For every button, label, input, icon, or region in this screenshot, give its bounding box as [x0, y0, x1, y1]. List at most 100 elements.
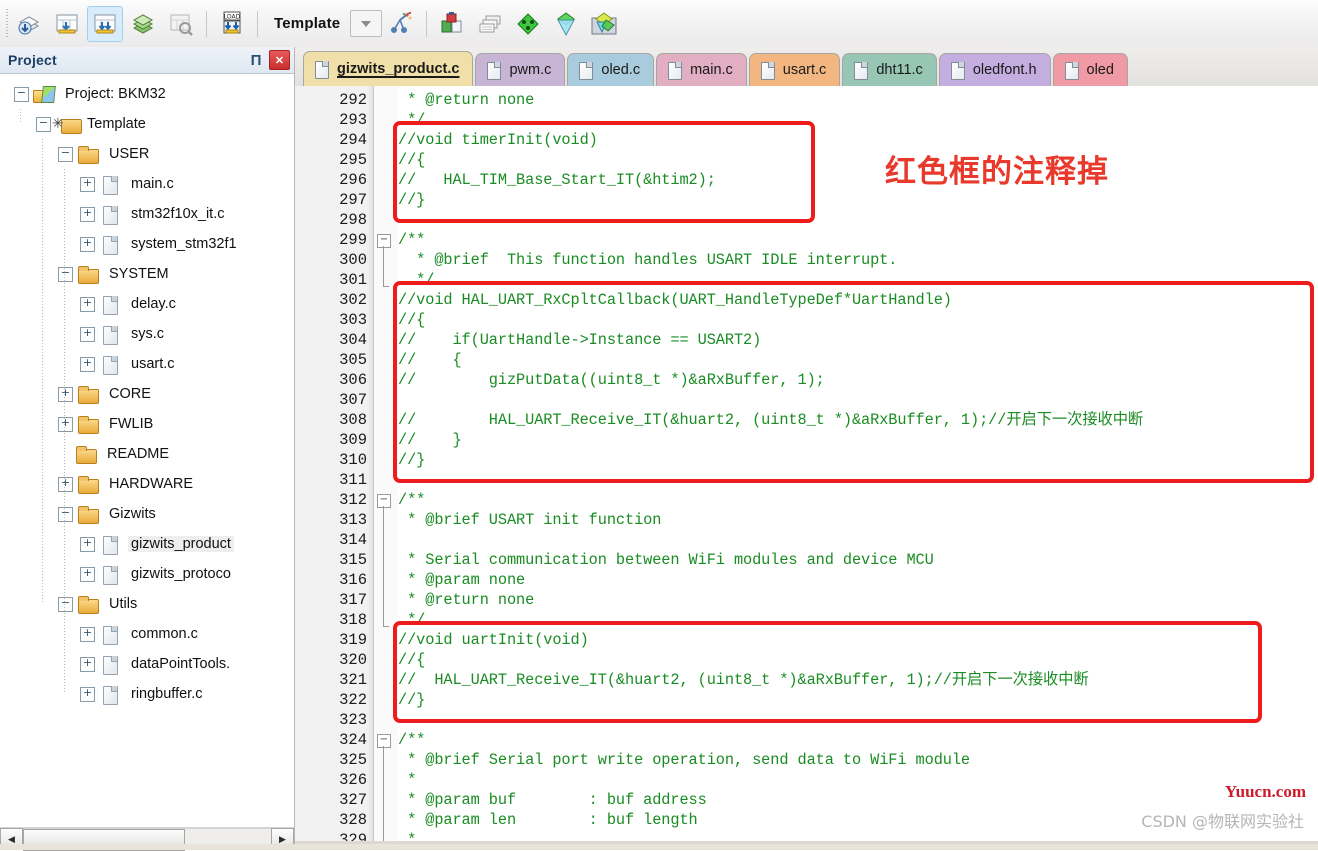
build-icon[interactable] — [49, 6, 85, 42]
code-line[interactable] — [398, 470, 1318, 490]
editor-tab-usart-c[interactable]: usart.c — [748, 53, 841, 86]
editor-tab-main-c[interactable]: main.c — [656, 53, 747, 86]
tree-node-core[interactable]: + CORE — [0, 379, 294, 409]
expand-toggle-icon[interactable]: + — [80, 176, 95, 192]
code-line[interactable]: //{ — [398, 310, 1318, 330]
manage-run-env-icon[interactable] — [383, 6, 419, 42]
tree-node-system[interactable]: − SYSTEM — [0, 259, 294, 289]
fold-collapse-icon[interactable]: − — [377, 494, 391, 508]
load-icon[interactable]: LOAD — [214, 6, 250, 42]
pin-icon[interactable]: Π — [247, 53, 265, 68]
toolbar-grip[interactable] — [3, 8, 10, 39]
code-line[interactable]: /** — [398, 730, 1318, 750]
code-line[interactable]: * @brief Serial port write operation, se… — [398, 750, 1318, 770]
code-line[interactable]: */ — [398, 270, 1318, 290]
expand-toggle-icon[interactable]: + — [80, 296, 95, 312]
expand-toggle-icon[interactable]: + — [80, 626, 95, 642]
expand-toggle-icon[interactable]: + — [58, 386, 73, 402]
target-selector-label[interactable]: Template — [274, 15, 340, 32]
collapse-toggle-icon[interactable]: − — [58, 596, 73, 612]
code-line[interactable]: // HAL_UART_Receive_IT(&huart2, (uint8_t… — [398, 670, 1318, 690]
code-line[interactable]: * @param buf : buf address — [398, 790, 1318, 810]
tree-node-gizwits-protoco[interactable]: + gizwits_protoco — [0, 559, 294, 589]
functions-window-icon[interactable] — [510, 6, 546, 42]
fold-collapse-icon[interactable]: − — [377, 734, 391, 748]
expand-toggle-icon[interactable]: + — [58, 476, 73, 492]
code-line[interactable]: * @return none — [398, 90, 1318, 110]
code-line[interactable]: // HAL_TIM_Base_Start_IT(&htim2); — [398, 170, 1318, 190]
tree-node-sys-c[interactable]: + sys.c — [0, 319, 294, 349]
code-line[interactable]: //} — [398, 190, 1318, 210]
collapse-toggle-icon[interactable]: − — [58, 146, 73, 162]
code-line[interactable] — [398, 390, 1318, 410]
fold-collapse-icon[interactable]: − — [377, 234, 391, 248]
expand-toggle-icon[interactable]: + — [58, 416, 73, 432]
expand-toggle-icon[interactable]: + — [80, 236, 95, 252]
code-text[interactable]: * @return none *///void timerInit(void) /… — [398, 90, 1318, 850]
tree-node-stm32f10x-it-c[interactable]: + stm32f10x_it.c — [0, 199, 294, 229]
code-line[interactable] — [398, 210, 1318, 230]
tree-node-system-stm32f1[interactable]: + system_stm32f1 — [0, 229, 294, 259]
target-dropdown[interactable] — [350, 10, 383, 37]
collapse-toggle-icon[interactable]: − — [14, 86, 29, 102]
close-icon[interactable]: ✕ — [269, 50, 290, 70]
code-line[interactable]: /** — [398, 230, 1318, 250]
tree-node-readme[interactable]: README — [0, 439, 294, 469]
tree-node-ringbuffer-c[interactable]: + ringbuffer.c — [0, 679, 294, 709]
collapse-toggle-icon[interactable]: − — [58, 506, 73, 522]
tree-node-main-c[interactable]: + main.c — [0, 169, 294, 199]
manage-project-icon[interactable] — [586, 6, 622, 42]
editor-tab-gizwits-product-c[interactable]: gizwits_product.c — [303, 51, 474, 86]
collapse-toggle-icon[interactable]: − — [58, 266, 73, 282]
code-line[interactable]: */ — [398, 610, 1318, 630]
code-line[interactable]: /** — [398, 490, 1318, 510]
expand-toggle-icon[interactable]: + — [80, 326, 95, 342]
editor-tab-oled-c[interactable]: oled.c — [567, 53, 655, 86]
tree-node-project-bkm32[interactable]: − Project: BKM32 — [0, 79, 294, 109]
tree-node-gizwits-product[interactable]: + gizwits_product — [0, 529, 294, 559]
tree-node-template[interactable]: − ✳ Template — [0, 109, 294, 139]
code-line[interactable]: * @brief USART init function — [398, 510, 1318, 530]
tree-node-delay-c[interactable]: + delay.c — [0, 289, 294, 319]
editor-tab-oled[interactable]: oled — [1052, 53, 1128, 86]
code-line[interactable]: //void uartInit(void) — [398, 630, 1318, 650]
code-line[interactable]: * @return none — [398, 590, 1318, 610]
tree-node-usart-c[interactable]: + usart.c — [0, 349, 294, 379]
code-line[interactable]: // gizPutData((uint8_t *)&aRxBuffer, 1); — [398, 370, 1318, 390]
translate-icon[interactable] — [11, 6, 47, 42]
batch-build-icon[interactable] — [125, 6, 161, 42]
editor-tab-oledfont-h[interactable]: oledfont.h — [938, 53, 1051, 86]
code-line[interactable] — [398, 710, 1318, 730]
tree-node-datapointtools[interactable]: + dataPointTools. — [0, 649, 294, 679]
code-line[interactable]: * @brief This function handles USART IDL… — [398, 250, 1318, 270]
stop-build-icon[interactable] — [163, 6, 199, 42]
code-line[interactable]: //} — [398, 450, 1318, 470]
code-line[interactable]: // } — [398, 430, 1318, 450]
tree-node-hardware[interactable]: + HARDWARE — [0, 469, 294, 499]
books-window-icon[interactable] — [472, 6, 508, 42]
code-line[interactable]: * — [398, 770, 1318, 790]
code-line[interactable]: * @param none — [398, 570, 1318, 590]
expand-toggle-icon[interactable]: + — [80, 356, 95, 372]
code-view[interactable]: 292 293 294 295 296 297 298 299 300 301 302 303 304 3… — [295, 86, 1318, 850]
code-line[interactable]: // HAL_UART_Receive_IT(&huart2, (uint8_t… — [398, 410, 1318, 430]
code-line[interactable] — [398, 530, 1318, 550]
rebuild-icon[interactable] — [87, 5, 123, 42]
code-line[interactable]: //{ — [398, 150, 1318, 170]
expand-toggle-icon[interactable]: + — [80, 206, 95, 222]
tree-node-user[interactable]: − USER — [0, 139, 294, 169]
code-line[interactable]: // { — [398, 350, 1318, 370]
collapse-toggle-icon[interactable]: − — [36, 116, 51, 132]
project-window-icon[interactable] — [434, 6, 470, 42]
expand-toggle-icon[interactable]: + — [80, 566, 95, 582]
expand-toggle-icon[interactable]: + — [80, 686, 95, 702]
fold-margin[interactable]: − − − — [374, 86, 398, 850]
expand-toggle-icon[interactable]: + — [80, 536, 95, 552]
code-line[interactable]: //} — [398, 690, 1318, 710]
code-line[interactable]: //{ — [398, 650, 1318, 670]
tree-node-common-c[interactable]: + common.c — [0, 619, 294, 649]
templates-window-icon[interactable] — [548, 6, 584, 42]
code-line[interactable]: // if(UartHandle->Instance == USART2) — [398, 330, 1318, 350]
expand-toggle-icon[interactable]: + — [80, 656, 95, 672]
code-line[interactable]: //void HAL_UART_RxCpltCallback(UART_Hand… — [398, 290, 1318, 310]
